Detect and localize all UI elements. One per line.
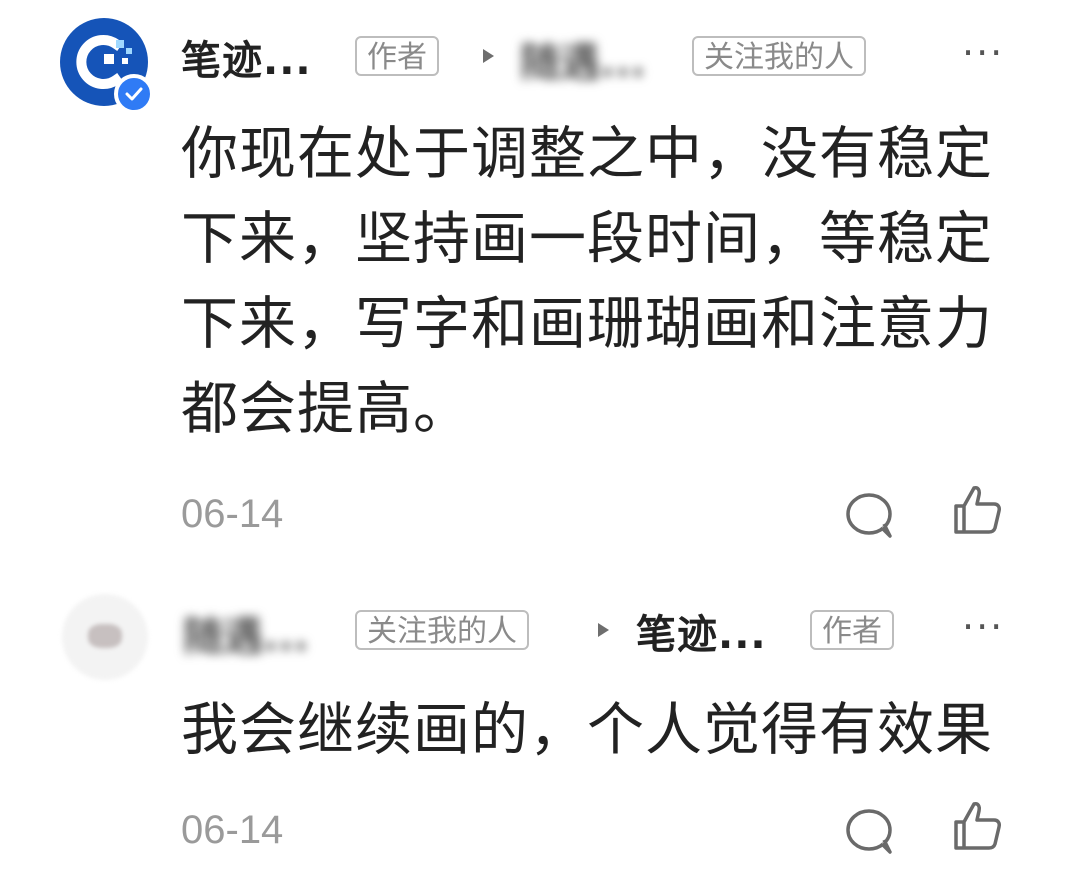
comment-bubble-icon[interactable] (842, 804, 898, 860)
comment-text: 你现在处于调整之中，没有稳定下来，坚持画一段时间，等稳定下来，写字和画珊瑚画和注… (181, 121, 993, 442)
reply-to-name[interactable]: 随遇... (520, 30, 646, 88)
author-tag: 关注我的人 (355, 610, 529, 650)
author-tag: 作者 (355, 36, 439, 76)
blurred-user-avatar-icon (88, 624, 122, 648)
more-options-button[interactable]: ··· (962, 608, 1004, 646)
more-options-button[interactable]: ··· (962, 34, 1004, 72)
thumbs-up-icon[interactable] (948, 798, 1004, 854)
thumbs-up-icon[interactable] (948, 482, 1004, 538)
comment-date: 06-14 (181, 808, 284, 852)
author-name[interactable]: 随遇... (183, 604, 309, 662)
comment-date: 06-14 (181, 492, 284, 536)
reply-to-name[interactable]: 笔迹... (636, 602, 767, 660)
author-name[interactable]: 笔迹... (181, 28, 312, 86)
reply-arrow-icon (598, 623, 609, 637)
reply-to-tag: 关注我的人 (692, 36, 866, 76)
reply-arrow-icon (483, 49, 494, 63)
reply-to-tag: 作者 (810, 610, 894, 650)
comment-text: 我会继续画的，个人觉得有效果 (181, 697, 993, 763)
verified-check-icon (114, 74, 154, 114)
comment-bubble-icon[interactable] (842, 488, 898, 544)
user-avatar[interactable] (62, 594, 148, 680)
